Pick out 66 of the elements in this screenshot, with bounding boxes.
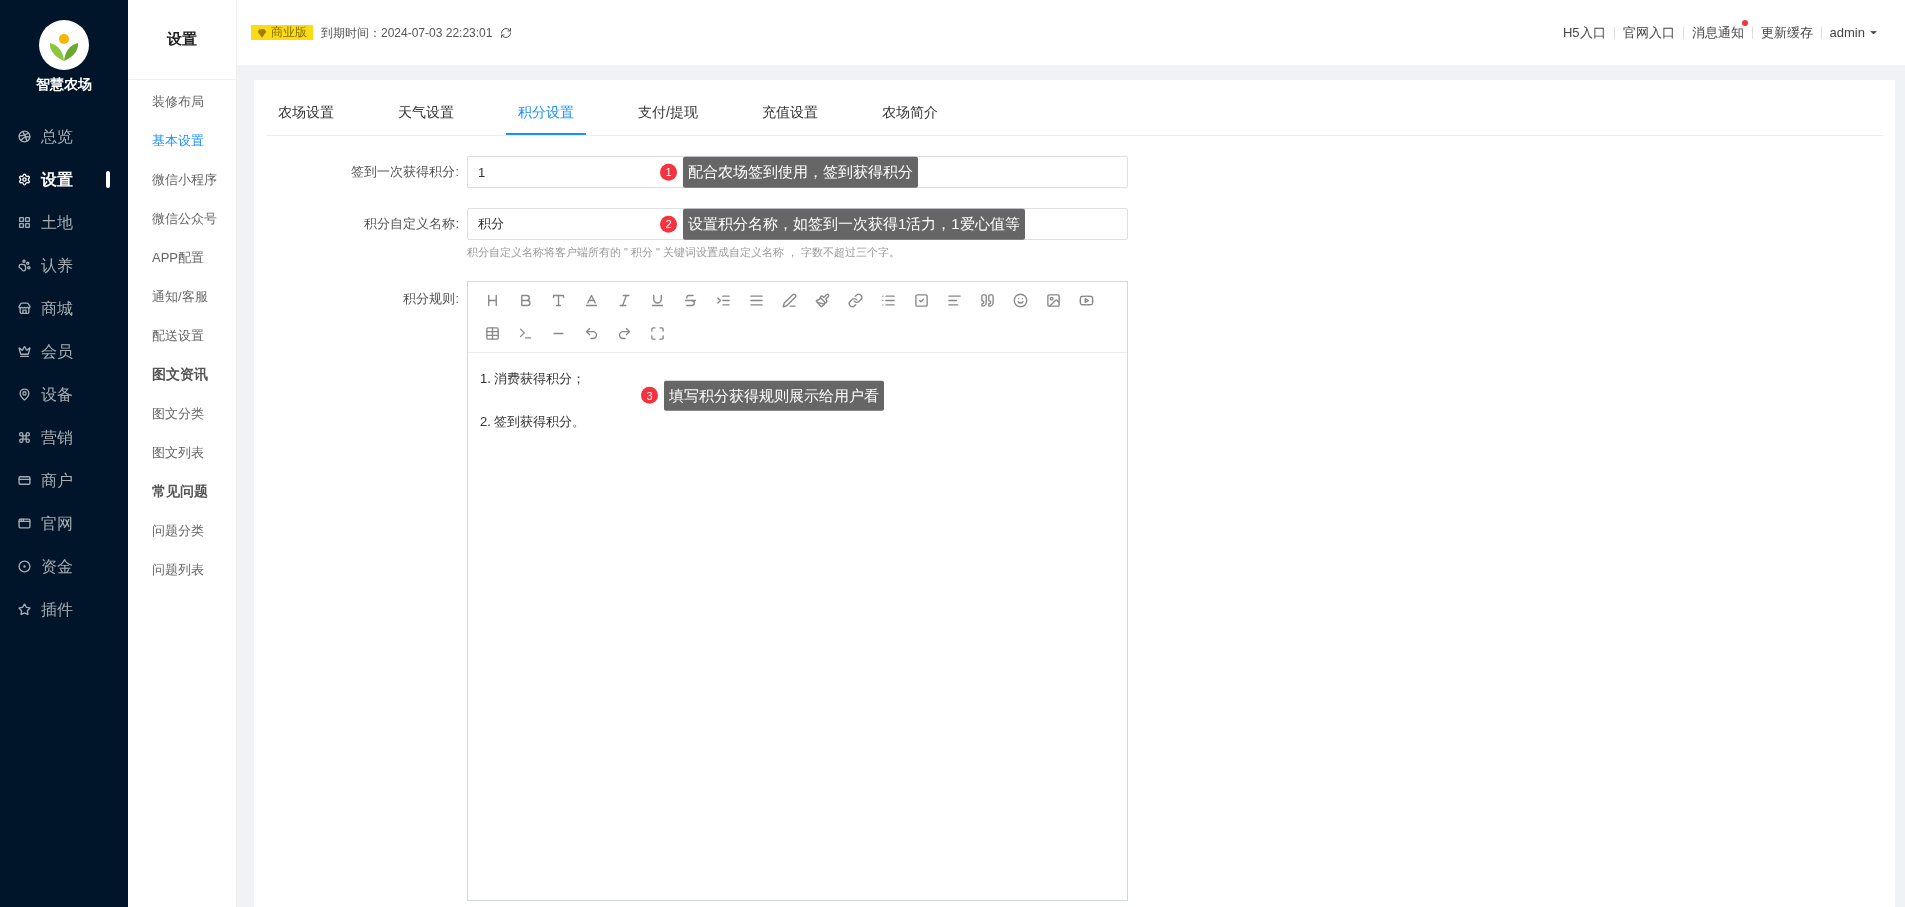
active-indicator	[106, 171, 110, 188]
target-icon	[18, 560, 31, 573]
nav-item[interactable]: 资金	[0, 545, 128, 588]
window-icon	[18, 517, 31, 530]
number-badge: 2	[660, 215, 677, 233]
field-label: 积分自定义名称:	[363, 215, 460, 233]
logo-icon	[39, 20, 89, 70]
header-link[interactable]: 消息通知	[1683, 22, 1752, 43]
submenu-item[interactable]: APP配置	[128, 238, 236, 277]
expiry-text: 到期时间：2024-07-03 22:23:01	[321, 24, 493, 42]
tab[interactable]: 农场简介	[869, 91, 950, 135]
editor-paragraph: 1. 消费获得积分；	[480, 369, 587, 388]
header-link[interactable]: 官网入口	[1614, 22, 1683, 43]
submenu-heading: 常见问题	[151, 482, 209, 501]
nav-item[interactable]: 商城	[0, 287, 128, 330]
editor-paragraph: 2. 签到获得积分。	[480, 413, 587, 431]
card-icon	[18, 474, 31, 487]
field-label: 积分规则:	[402, 289, 460, 308]
edition-badge: 商业版	[251, 25, 313, 40]
number-badge: 3	[641, 387, 658, 404]
nav-item[interactable]: 土地	[0, 201, 128, 244]
nav-item[interactable]: 设备	[0, 373, 128, 416]
submenu-item[interactable]: 装修布局	[128, 82, 236, 121]
submenu-heading: 图文资讯	[151, 365, 209, 384]
header-link[interactable]: H5入口	[1554, 22, 1614, 43]
tooltip: 填写积分获得规则展示给用户看	[664, 380, 884, 411]
user-menu[interactable]: admin	[1821, 22, 1879, 43]
command-icon	[18, 431, 31, 444]
submenu-item[interactable]: 图文列表	[128, 433, 236, 472]
tab[interactable]: 农场设置	[266, 91, 346, 135]
diamond-icon	[257, 27, 267, 38]
refresh-icon	[500, 26, 513, 39]
star-icon	[18, 603, 31, 616]
grid-icon	[18, 216, 31, 229]
submenu-item[interactable]: 问题分类	[128, 511, 236, 550]
nav-item[interactable]: 官网	[0, 502, 128, 545]
header-link[interactable]: 更新缓存	[1752, 22, 1821, 43]
submenu-item[interactable]: 图文分类	[128, 394, 236, 433]
crown-icon	[18, 345, 31, 358]
tooltip: 配合农场签到使用，签到获得积分	[683, 156, 918, 188]
nav-item[interactable]: 认养	[0, 244, 128, 287]
nav-item[interactable]: 总览	[0, 115, 128, 158]
tooltip: 设置积分名称，如签到一次获得1活力，1爱心值等	[683, 208, 1025, 240]
settings-icon	[18, 173, 31, 186]
submenu-title: 设置	[167, 29, 197, 50]
nav-item[interactable]: 会员	[0, 330, 128, 373]
submenu-item[interactable]: 微信小程序	[128, 160, 236, 199]
tab[interactable]: 天气设置	[386, 91, 466, 135]
shop-icon	[18, 302, 31, 315]
ball-icon	[18, 130, 31, 143]
nav-item[interactable]: 营销	[0, 416, 128, 459]
nav-item[interactable]: 商户	[0, 459, 128, 502]
field-label: 签到一次获得积分:	[350, 163, 460, 181]
nav-item[interactable]: 设置	[0, 158, 128, 201]
number-badge: 1	[660, 163, 677, 181]
submenu-item[interactable]: 微信公众号	[128, 199, 236, 238]
submenu-item[interactable]: 通知/客服	[128, 277, 236, 316]
paw-icon	[18, 259, 31, 272]
pin-icon	[18, 388, 31, 401]
tab[interactable]: 支付/提现	[626, 91, 710, 135]
rich-text-editor[interactable]: 1. 消费获得积分； 2. 签到获得积分。 3 填写积分获得规则展示给用户看	[467, 280, 1128, 901]
tab[interactable]: 充值设置	[749, 91, 830, 135]
submenu-item[interactable]: 问题列表	[128, 550, 236, 589]
logo-text: 智慧农场	[36, 75, 92, 94]
nav-item[interactable]: 插件	[0, 588, 128, 631]
submenu-item[interactable]: 配送设置	[128, 316, 236, 355]
